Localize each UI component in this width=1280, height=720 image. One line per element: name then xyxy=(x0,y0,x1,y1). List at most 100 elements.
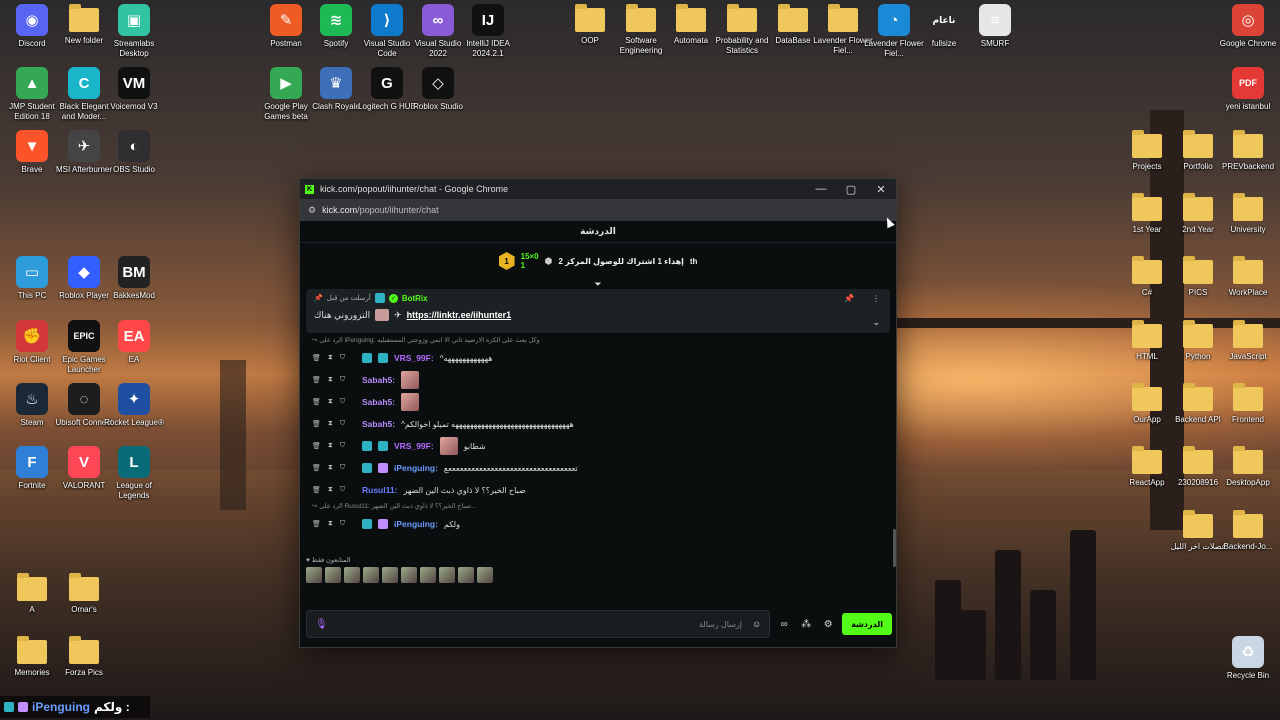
desktop-icon[interactable]: VM Voicemod V3 xyxy=(104,67,164,112)
timeout-icon[interactable]: ⧗ xyxy=(328,376,333,384)
chat-message[interactable]: 🗑 ⧗ ⛉ Rusul11: صباح الخير؟؟ لا ذاوي ذبث الين… xyxy=(312,479,886,501)
desktop-icon[interactable]: ♨ Steam xyxy=(2,383,62,428)
trash-icon[interactable]: 🗑 xyxy=(312,420,321,428)
shield-icon[interactable]: ⛉ xyxy=(340,398,345,406)
chat-message[interactable]: 🗑 ⧗ ⛉ Sabah5: xyxy=(312,369,886,391)
users-icon[interactable]: ⁂ xyxy=(798,619,814,630)
desktop-icon[interactable]: ▲ JMP Student Edition 18 xyxy=(2,67,62,122)
more-options-icon[interactable]: ⋮ xyxy=(872,294,880,303)
chat-input[interactable]: 🎙 إرسال رسالة ☺ xyxy=(306,610,771,638)
emote[interactable] xyxy=(344,567,360,583)
chat-message[interactable]: 🗑 ⧗ ⛉ iPenguing: تعععععععععععععععععععععععععع… xyxy=(312,457,886,479)
desktop-icon[interactable]: ▣ Streamlabs Desktop xyxy=(104,4,164,59)
timeout-icon[interactable]: ⧗ xyxy=(328,354,333,362)
timeout-icon[interactable]: ⧗ xyxy=(328,464,333,472)
chat-username[interactable]: Sabah5: xyxy=(362,419,395,429)
desktop-icon[interactable]: PREVbackend xyxy=(1218,130,1278,172)
close-button[interactable]: ✕ xyxy=(866,179,896,199)
chat-username[interactable]: iPenguing: xyxy=(394,463,438,473)
desktop-icon[interactable]: Frontend xyxy=(1218,383,1278,425)
chat-message[interactable]: 🗑 ⧗ ⛉ VRS_99F: ^ههههههههههههه xyxy=(312,347,886,369)
desktop-icon[interactable]: F Fortnite xyxy=(2,446,62,491)
title-bar[interactable]: K kick.com/popout/iihunter/chat - Google… xyxy=(300,179,896,199)
desktop-icon[interactable]: ◉ Discord xyxy=(2,4,62,49)
desktop-icon[interactable]: ◐ OBS Studio xyxy=(104,130,164,175)
microphone-icon[interactable]: 🎙 xyxy=(315,619,328,630)
desktop-icon[interactable]: WorkPlace xyxy=(1218,256,1278,298)
desktop-icon[interactable]: University xyxy=(1218,193,1278,235)
desktop-icon[interactable]: L League of Legends xyxy=(104,446,164,501)
timeout-icon[interactable]: ⧗ xyxy=(328,420,333,428)
timeout-icon[interactable]: ⧗ xyxy=(328,520,333,528)
pinned-bot-name[interactable]: BotRix xyxy=(402,294,428,303)
chat-message[interactable]: 🗑 ⧗ ⛉ Sabah5: xyxy=(312,391,886,413)
shield-icon[interactable]: ⛉ xyxy=(340,486,345,494)
shield-icon[interactable]: ⛉ xyxy=(340,464,345,472)
pinned-link[interactable]: https://linktr.ee/iihunter1 xyxy=(407,310,512,320)
gear-icon[interactable]: ⚙ xyxy=(820,619,836,630)
chat-message[interactable]: 🗑 ⧗ ⛉ VRS_99F: شطابو xyxy=(312,435,886,457)
trash-icon[interactable]: 🗑 xyxy=(312,376,321,384)
chat-username[interactable]: VRS_99F: xyxy=(394,441,434,451)
desktop-icon[interactable]: PDF yeni istanbul xyxy=(1218,67,1278,112)
desktop-icon[interactable]: ♻ Recycle Bin xyxy=(1218,636,1278,681)
emote[interactable] xyxy=(439,567,455,583)
shield-icon[interactable]: ⛉ xyxy=(340,420,345,428)
pin-toggle-icon[interactable]: 📌 xyxy=(844,294,854,303)
emoji-icon[interactable]: ☺ xyxy=(752,619,761,629)
chat-messages[interactable]: ↪ الرد على iPenguing: وكل يعث على الكره … xyxy=(300,333,896,555)
chat-username[interactable]: Sabah5: xyxy=(362,375,395,385)
desktop-icon[interactable]: BM BakkesMod xyxy=(104,256,164,301)
points-icon[interactable]: ∞ xyxy=(776,619,792,630)
desktop-icon[interactable]: ▭ This PC xyxy=(2,256,62,301)
trash-icon[interactable]: 🗑 xyxy=(312,486,321,494)
trash-icon[interactable]: 🗑 xyxy=(312,464,321,472)
desktop-icon[interactable]: EA EA xyxy=(104,320,164,365)
shield-icon[interactable]: ⛉ xyxy=(340,354,345,362)
desktop-icon[interactable]: Forza Pics xyxy=(54,636,114,678)
desktop-icon[interactable]: DesktopApp xyxy=(1218,446,1278,488)
chat-username[interactable]: iPenguing: xyxy=(394,519,438,529)
desktop-icon[interactable]: ✦ Rocket League® xyxy=(104,383,164,428)
desktop-icon[interactable]: A xyxy=(2,573,62,615)
chevron-down-icon[interactable]: ⌄ xyxy=(872,317,880,328)
shield-icon[interactable]: ⛉ xyxy=(340,376,345,384)
timeout-icon[interactable]: ⧗ xyxy=(328,442,333,450)
chat-message[interactable]: 🗑 ⧗ ⛉ Sabah5: ^ههههههههههههههههههههههههههههه… xyxy=(312,413,886,435)
trash-icon[interactable]: 🗑 xyxy=(312,398,321,406)
emote[interactable] xyxy=(306,567,322,583)
emote[interactable] xyxy=(325,567,341,583)
emote[interactable] xyxy=(363,567,379,583)
emote[interactable] xyxy=(477,567,493,583)
chat-username[interactable]: Sabah5: xyxy=(362,397,395,407)
chat-username[interactable]: VRS_99F: xyxy=(394,353,434,363)
desktop-icon[interactable]: Backend-Jo... xyxy=(1218,510,1278,552)
chat-username[interactable]: Rusul11: xyxy=(362,485,397,495)
trash-icon[interactable]: 🗑 xyxy=(312,520,321,528)
desktop-icon[interactable]: Omar's xyxy=(54,573,114,615)
address-bar[interactable]: ⚙ kick.com /popout/iihunter/chat xyxy=(300,199,896,221)
collapse-arrow-icon[interactable]: ⏷ xyxy=(300,279,896,289)
emote[interactable] xyxy=(420,567,436,583)
shield-icon[interactable]: ⛉ xyxy=(340,520,345,528)
trash-icon[interactable]: 🗑 xyxy=(312,354,321,362)
site-settings-icon[interactable]: ⚙ xyxy=(308,205,316,216)
minimize-button[interactable]: — xyxy=(806,179,836,199)
chat-message[interactable]: 🗑 ⧗ ⛉ iPenguing: ولكم xyxy=(312,513,886,535)
emote[interactable] xyxy=(458,567,474,583)
maximize-button[interactable]: ▢ xyxy=(836,179,866,199)
emote[interactable] xyxy=(382,567,398,583)
timeout-icon[interactable]: ⧗ xyxy=(328,398,333,406)
emote[interactable] xyxy=(401,567,417,583)
desktop-icon[interactable]: ≡ SMURF xyxy=(965,4,1025,49)
desktop-icon[interactable]: ◇ Roblox Studio xyxy=(408,67,468,112)
shield-icon[interactable]: ⛉ xyxy=(340,442,345,450)
scrollbar[interactable] xyxy=(893,529,896,567)
desktop-icon[interactable]: ✊ Riot Client xyxy=(2,320,62,365)
desktop-icon[interactable]: JavaScript xyxy=(1218,320,1278,362)
desktop-icon[interactable]: Memories xyxy=(2,636,62,678)
desktop-icon[interactable]: ◎ Google Chrome xyxy=(1218,4,1278,49)
trash-icon[interactable]: 🗑 xyxy=(312,442,321,450)
send-button[interactable]: الدردشة xyxy=(842,613,892,635)
desktop-icon[interactable]: ▼ Brave xyxy=(2,130,62,175)
